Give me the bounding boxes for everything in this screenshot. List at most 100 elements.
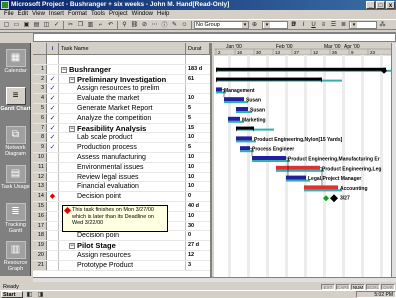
row-id[interactable]: 17 [33,221,47,231]
menu-format[interactable]: Format [66,10,89,19]
duration-cell[interactable]: 10 [186,182,210,191]
save-icon[interactable]: ▣ [22,20,31,29]
menu-project[interactable]: Project [107,10,130,19]
row-id[interactable]: 15 [33,201,47,211]
vertical-scrollbar[interactable] [391,43,396,277]
table-row[interactable]: 3 ✓ Assign resources to prelim [33,84,210,95]
duration-cell[interactable]: 0 [186,192,210,201]
table-row[interactable]: 4 ✓ Evaluate the market 10 [33,94,210,104]
row-id[interactable]: 20 [33,250,47,260]
duration-cell[interactable]: 5 [186,114,210,123]
split-task-icon[interactable]: ⋯ [150,20,159,29]
row-id[interactable]: 13 [33,182,47,192]
collapse-toggle-icon[interactable]: − [69,76,75,83]
row-id[interactable]: 1 [33,64,47,74]
font-size-combo[interactable]: ▾ [262,20,288,29]
align-right-icon[interactable]: ≣ [339,20,348,29]
row-id[interactable]: 18 [33,231,47,241]
collapse-toggle-icon[interactable]: − [69,243,75,250]
task-name-cell[interactable]: Generate Market Report [59,103,186,113]
row-id[interactable]: 5 [33,103,47,113]
duration-cell[interactable]: 40 d [186,202,210,211]
duration-cell[interactable]: 10 [186,163,210,172]
view-resource-graph[interactable]: ▥ Resource Graph [0,241,31,272]
task-name-cell[interactable]: Assign resources [59,250,186,260]
task-name-cell[interactable]: Lab scale product [59,133,186,143]
duration-cell[interactable]: 183 d [186,65,210,74]
duration-cell[interactable]: 10 [186,173,210,182]
menu-tools[interactable]: Tools [89,10,107,19]
row-id[interactable]: 10 [33,152,47,162]
underline-button[interactable]: U [309,20,318,29]
duration-column-header[interactable]: Durat [186,43,210,54]
menu-insert[interactable]: Insert [47,10,66,19]
view-task-usage[interactable]: ▤ Task Usage [0,165,31,190]
task-name-cell[interactable]: − Preliminary Investigation [59,74,186,84]
task-name-cell[interactable]: Production process [59,143,186,152]
row-id[interactable]: 8 [33,133,47,143]
table-row[interactable]: 10 Assess manufacturing 10 [33,152,210,163]
task-name-cell[interactable]: Evaluate the market [59,94,186,103]
duration-cell[interactable]: 3 [186,261,210,270]
duration-cell[interactable]: 61 [186,75,210,84]
spelling-icon[interactable]: ✓ [52,20,61,29]
task-name-cell[interactable]: Decision poin [59,231,186,241]
duration-cell[interactable]: 10 [186,212,210,221]
table-row[interactable]: 5 ✓ Generate Market Report 5 [33,103,210,114]
cut-icon[interactable]: ✂ [66,20,75,29]
table-row[interactable]: 13 Financial evaluation 10 [33,182,210,193]
duration-cell[interactable]: 30 [186,222,210,231]
align-center-icon[interactable]: ☰ [329,20,338,29]
unlink-tasks-icon[interactable]: ⊘ [140,20,149,29]
minimize-button[interactable]: _ [366,1,375,9]
table-row[interactable] [33,55,210,65]
row-id[interactable]: 3 [33,84,47,94]
task-name-cell[interactable]: − Pilot Stage [59,241,186,250]
row-id[interactable]: 9 [33,143,47,152]
task-name-cell[interactable]: Assign resources to prelim [59,84,186,94]
preview-icon[interactable]: ◫ [42,20,51,29]
indicators-column-header[interactable]: i [47,43,59,54]
format-painter-icon[interactable]: ⌐ [96,20,105,29]
entry-bar[interactable] [33,33,396,42]
group-combo[interactable]: No Group ▾ [194,20,249,29]
menu-edit[interactable]: Edit [16,10,30,19]
assign-resources-icon[interactable]: ☺ [180,20,189,29]
row-id[interactable]: 19 [33,241,47,250]
row-id[interactable]: 6 [33,113,47,123]
undo-icon[interactable]: ↶ [106,20,115,29]
view-gantt-chart[interactable]: ≡ Gantt Chart [0,87,31,112]
row-id[interactable]: 7 [33,123,47,133]
row-id[interactable]: 14 [33,192,47,201]
duration-cell[interactable]: 15 [186,124,210,133]
zoom-in-icon[interactable]: ⊕ [250,20,259,29]
duration-cell[interactable] [186,55,210,64]
row-id[interactable]: 11 [33,162,47,172]
duration-cell[interactable]: 27 d [186,241,210,250]
notes-icon[interactable]: ✎ [170,20,179,29]
table-row[interactable]: 14 ◆ Decision point 0 [33,192,210,202]
task-name-cell[interactable]: Financial evaluation [59,182,186,192]
table-row[interactable]: 20 Assign resources 12 [33,250,210,261]
table-row[interactable]: 2 ✓ − Preliminary Investigation 61 [33,74,210,85]
collapse-toggle-icon[interactable]: − [69,125,75,132]
table-row[interactable]: 8 ✓ Lab scale product 10 [33,133,210,144]
table-row[interactable]: 7 ✓ − Feasibility Analysis 15 [33,123,210,134]
task-name-cell[interactable]: Analyze the competition [59,113,186,123]
menu-view[interactable]: View [30,10,47,19]
task-name-cell[interactable]: Decision point [59,192,186,201]
duration-cell[interactable]: 10 [186,94,210,103]
table-row[interactable]: 18 Decision poin 0 [33,231,210,242]
view-network-diagram[interactable]: ⧉ Network Diagram [0,126,31,157]
menu-file[interactable]: File [2,10,16,19]
paste-icon[interactable]: ▥ [86,20,95,29]
select-all-cell[interactable] [33,43,47,54]
horizontal-scrollbar[interactable] [33,277,396,282]
hyperlink-icon[interactable]: ⚲ [120,20,129,29]
table-row[interactable]: 9 ✓ Production process 5 [33,143,210,153]
align-left-icon[interactable]: ≡ [319,20,328,29]
row-id[interactable]: 16 [33,211,47,221]
table-row[interactable]: 1− Bushranger 183 d [33,64,210,75]
quicklaunch-icon[interactable]: ◨ [36,290,45,298]
duration-cell[interactable]: 5 [186,104,210,113]
